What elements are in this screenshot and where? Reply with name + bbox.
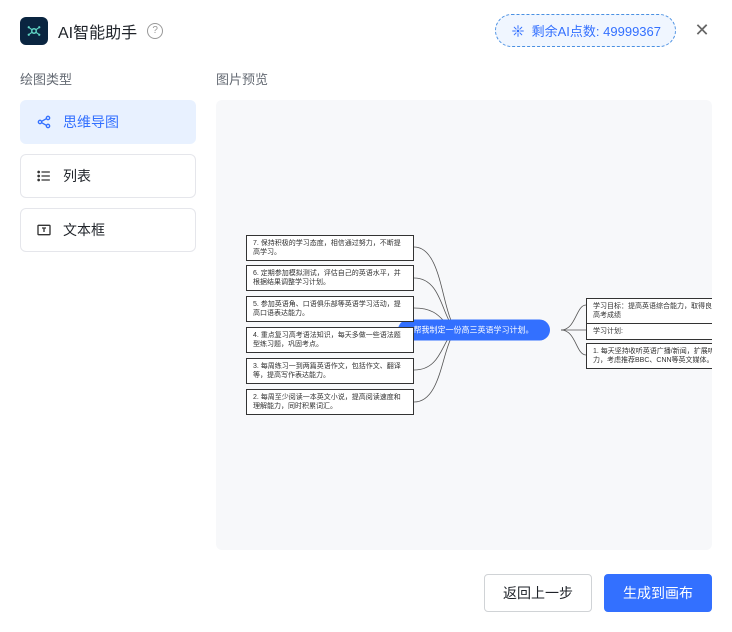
share-nodes-icon [35,113,53,131]
mindmap-center-node: 帮我制定一份高三英语学习计划。 [398,320,550,341]
type-label: 思维导图 [63,112,119,132]
mindmap-left-node: 7. 保持积极的学习态度，相信通过努力，不断提高学习。 [246,235,414,261]
header-right: 剩余AI点数: 49999367 ✕ [495,14,712,47]
preview-section-label: 图片预览 [216,69,712,88]
points-badge[interactable]: 剩余AI点数: 49999367 [495,14,676,47]
mindmap-left-node: 2. 每周至少阅读一本英文小说，提高阅读速度和理解能力，同时积累词汇。 [246,389,414,415]
close-icon[interactable]: ✕ [692,20,712,41]
points-text: 剩余AI点数: 49999367 [532,21,661,40]
preview-area: 图片预览 帮我制定一份高三英语学习计划。 7. 保持积极的学习态度，相信通过努力… [216,61,712,550]
generate-button[interactable]: 生成到画布 [604,574,712,612]
type-list[interactable]: 列表 [20,154,196,198]
mindmap-left-node: 4. 重点复习高考语法知识，每天多做一些语法题型练习题，巩固考点。 [246,327,414,353]
mindmap-right-node: 学习目标：提高英语综合能力，取得良好的高考成绩 [586,298,712,324]
footer: 返回上一步 生成到画布 [484,574,712,612]
preview-canvas: 帮我制定一份高三英语学习计划。 7. 保持积极的学习态度，相信通过努力，不断提高… [216,100,712,550]
type-label: 文本框 [63,220,105,240]
app-title: AI智能助手 [58,19,137,43]
list-icon [35,167,53,185]
textbox-icon [35,221,53,239]
mindmap-right-node: 学习计划: [586,323,712,340]
app-logo [20,17,48,45]
type-textbox[interactable]: 文本框 [20,208,196,252]
sidebar: 绘图类型 思维导图 列表 [20,61,196,550]
sidebar-section-label: 绘图类型 [20,69,196,88]
mindmap-left-node: 5. 参加英语角、口语俱乐部等英语学习活动，提高口语表达能力。 [246,296,414,322]
header-left: AI智能助手 ? [20,17,163,45]
content: 绘图类型 思维导图 列表 [0,61,732,550]
diagram-types: 思维导图 列表 文本框 [20,100,196,252]
mindmap-right-node: 1. 每天坚持收听英语广播/新闻，扩展听力能力，考虑推荐BBC、CNN等英文媒体… [586,343,712,369]
mindmap-left-node: 3. 每周练习一到两篇英语作文，包括作文、翻译等，提高写作表达能力。 [246,358,414,384]
header: AI智能助手 ? 剩余AI点数: 49999367 ✕ [0,0,732,61]
mindmap-left-node: 6. 定期参加模拟测试，评估自己的英语水平，并根据结果调整学习计划。 [246,265,414,291]
type-mindmap[interactable]: 思维导图 [20,100,196,144]
back-button[interactable]: 返回上一步 [484,574,592,612]
type-label: 列表 [63,166,91,186]
help-icon[interactable]: ? [147,23,163,39]
